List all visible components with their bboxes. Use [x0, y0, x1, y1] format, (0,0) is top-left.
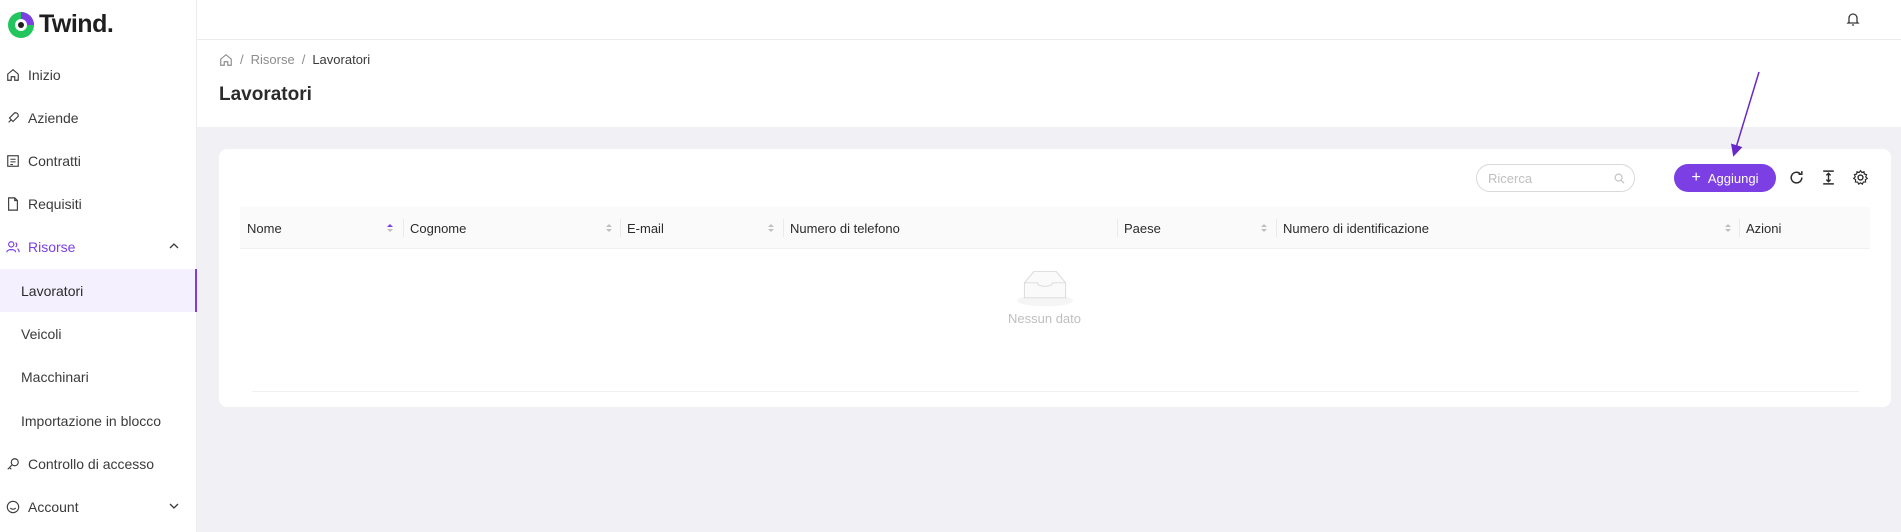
annotation-arrow [1731, 71, 1760, 157]
